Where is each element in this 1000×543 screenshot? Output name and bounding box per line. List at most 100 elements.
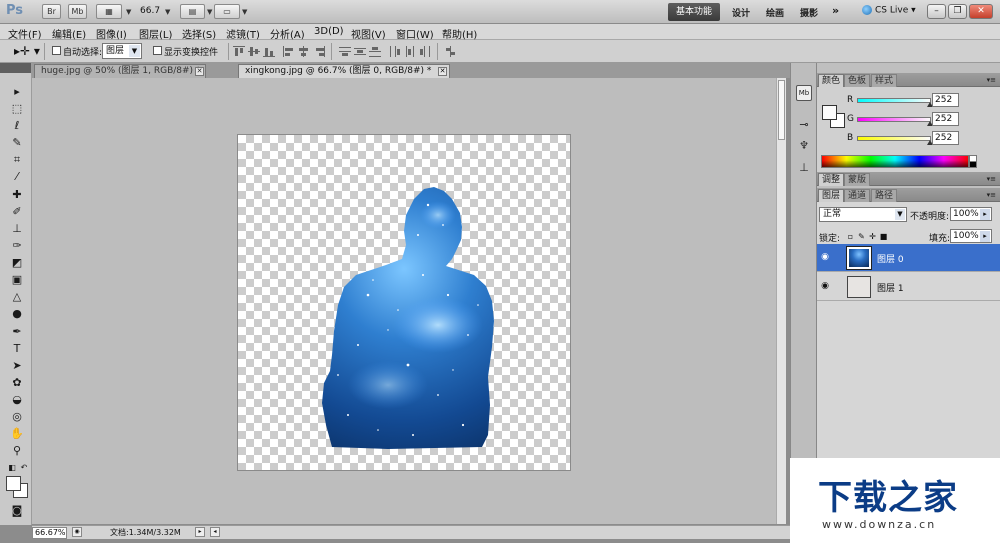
tab-paths[interactable]: 路径 xyxy=(871,189,898,202)
green-slider[interactable] xyxy=(857,117,931,122)
status-menu-icon[interactable]: ▸ xyxy=(195,527,205,537)
minimize-button[interactable]: – xyxy=(927,4,946,19)
mini-bridge-panel-icon[interactable]: Mb xyxy=(796,85,812,101)
menu-file[interactable]: 文件(F) xyxy=(8,26,42,41)
eraser-tool-icon[interactable]: ◩ xyxy=(9,256,25,270)
tab-huge-jpg[interactable]: huge.jpg @ 50% (图层 1, RGB/8#) * ✕ xyxy=(34,64,206,78)
move-tool-preset-icon[interactable]: ▸✛ ▾ xyxy=(14,44,40,58)
auto-select-checkbox[interactable] xyxy=(52,46,61,55)
panel-menu-icon[interactable]: ▾≡ xyxy=(987,191,996,199)
tab-adjustments[interactable]: 调整 xyxy=(818,173,845,186)
3d-rotate-tool-icon[interactable]: ◒ xyxy=(9,393,25,407)
lasso-tool-icon[interactable]: ℓ xyxy=(9,119,25,133)
align-top-icon[interactable] xyxy=(233,46,245,57)
green-value-input[interactable]: 252 xyxy=(932,112,959,126)
cs-live-button[interactable]: CS Live ▾ xyxy=(862,5,916,16)
distribute-vcenter-icon[interactable] xyxy=(354,46,366,57)
tab-styles[interactable]: 样式 xyxy=(871,74,898,87)
distribute-hcenter-icon[interactable] xyxy=(404,46,416,57)
layer-row-0[interactable]: ◉ 图层 0 xyxy=(817,244,1000,272)
shape-tool-icon[interactable]: ✿ xyxy=(9,376,25,390)
foreground-color-swatch[interactable] xyxy=(6,476,21,491)
lock-position-icon[interactable]: ✛ xyxy=(868,232,877,241)
auto-align-layers-icon[interactable] xyxy=(445,46,457,57)
blur-tool-icon[interactable]: △ xyxy=(9,290,25,304)
tab-color[interactable]: 颜色 xyxy=(818,74,845,87)
quick-selection-tool-icon[interactable]: ✎ xyxy=(9,136,25,150)
lock-image-icon[interactable]: ✎ xyxy=(857,232,866,241)
fill-input[interactable]: 100% ▸ xyxy=(950,229,992,243)
layer-row-1[interactable]: ◉ 图层 1 xyxy=(817,273,1000,301)
opacity-input[interactable]: 100% ▸ xyxy=(950,207,992,221)
zoom-level[interactable]: 66.7 xyxy=(140,6,160,16)
eyedropper-tool-icon[interactable]: ⁄ xyxy=(9,170,25,184)
red-value-input[interactable]: 252 xyxy=(932,93,959,107)
scrollbar-thumb[interactable] xyxy=(778,80,785,140)
align-right-icon[interactable] xyxy=(313,46,325,57)
blue-slider[interactable] xyxy=(857,136,931,141)
toolbox-header[interactable] xyxy=(0,63,31,73)
workspace-painting[interactable]: 绘画 xyxy=(766,6,784,19)
eye-icon[interactable]: ◉ xyxy=(819,280,831,292)
move-tool-icon[interactable]: ▸ xyxy=(9,85,25,99)
menu-3d[interactable]: 3D(D) xyxy=(314,26,344,37)
brush-presets-icon[interactable]: ⊸ xyxy=(796,117,812,133)
workspace-essentials[interactable]: 基本功能 xyxy=(668,3,720,21)
crop-tool-icon[interactable]: ⌗ xyxy=(9,153,25,167)
3d-orbit-tool-icon[interactable]: ◎ xyxy=(9,410,25,424)
marquee-tool-icon[interactable]: ⬚ xyxy=(9,102,25,116)
menu-layer[interactable]: 图层(L) xyxy=(139,26,172,41)
vertical-scrollbar[interactable] xyxy=(776,78,786,524)
zoom-tool-icon[interactable]: ⚲ xyxy=(9,444,25,458)
zoom-input[interactable]: 66.67% xyxy=(32,527,67,539)
status-options-icon[interactable]: ◉ xyxy=(72,527,82,537)
align-bottom-icon[interactable] xyxy=(263,46,275,57)
blend-mode-dropdown[interactable]: 正常 ▼ xyxy=(819,207,907,222)
lock-transparent-icon[interactable]: ▫ xyxy=(846,232,855,241)
distribute-top-icon[interactable] xyxy=(339,46,351,57)
auto-select-dropdown[interactable]: 图层 ▼ xyxy=(102,43,142,59)
menu-filter[interactable]: 滤镜(T) xyxy=(226,26,260,41)
pen-tool-icon[interactable]: ✒ xyxy=(9,325,25,339)
chevron-down-icon[interactable]: ▼ xyxy=(126,8,131,16)
bridge-button[interactable]: Br xyxy=(42,4,61,19)
tab-swatches[interactable]: 色板 xyxy=(844,74,871,87)
view-extras-button[interactable]: ▦ xyxy=(96,4,122,19)
lock-all-icon[interactable]: ■ xyxy=(879,232,888,241)
red-slider[interactable] xyxy=(857,98,931,103)
chevron-down-icon[interactable]: ▼ xyxy=(165,8,170,16)
clone-stamp-tool-icon[interactable]: ⊥ xyxy=(9,222,25,236)
align-hcenter-icon[interactable] xyxy=(298,46,310,57)
distribute-bottom-icon[interactable] xyxy=(369,46,381,57)
close-icon[interactable]: ✕ xyxy=(195,67,204,76)
hand-tool-icon[interactable]: ✋ xyxy=(9,427,25,441)
menu-analysis[interactable]: 分析(A) xyxy=(270,26,305,41)
menu-view[interactable]: 视图(V) xyxy=(351,26,386,41)
path-selection-tool-icon[interactable]: ➤ xyxy=(9,359,25,373)
history-brush-tool-icon[interactable]: ✑ xyxy=(9,239,25,253)
swap-colors-icon[interactable]: ↶ xyxy=(16,461,32,475)
distribute-right-icon[interactable] xyxy=(419,46,431,57)
scroll-left-icon[interactable]: ◂ xyxy=(210,527,220,537)
panel-menu-icon[interactable]: ▾≡ xyxy=(987,175,996,183)
tab-channels[interactable]: 通道 xyxy=(844,189,871,202)
tool-presets-icon[interactable]: ⊥ xyxy=(796,160,812,176)
distribute-left-icon[interactable] xyxy=(389,46,401,57)
close-icon[interactable]: ✕ xyxy=(438,67,447,76)
menu-image[interactable]: 图像(I) xyxy=(96,26,127,41)
brush-tool-icon[interactable]: ✐ xyxy=(9,205,25,219)
healing-brush-tool-icon[interactable]: ✚ xyxy=(9,188,25,202)
color-spectrum[interactable] xyxy=(821,155,969,168)
panel-menu-icon[interactable]: ▾≡ xyxy=(987,76,996,84)
clone-source-icon[interactable]: ♆ xyxy=(796,138,812,154)
chevron-down-icon[interactable]: ▼ xyxy=(242,8,247,16)
workspace-design[interactable]: 设计 xyxy=(732,6,750,19)
tab-masks[interactable]: 蒙版 xyxy=(844,173,871,186)
menu-edit[interactable]: 编辑(E) xyxy=(52,26,86,41)
menu-window[interactable]: 窗口(W) xyxy=(396,26,434,41)
blue-value-input[interactable]: 252 xyxy=(932,131,959,145)
arrange-documents-button[interactable]: ▤ xyxy=(180,4,205,19)
gradient-tool-icon[interactable]: ▣ xyxy=(9,273,25,287)
menu-select[interactable]: 选择(S) xyxy=(182,26,216,41)
document-canvas[interactable] xyxy=(238,135,570,470)
